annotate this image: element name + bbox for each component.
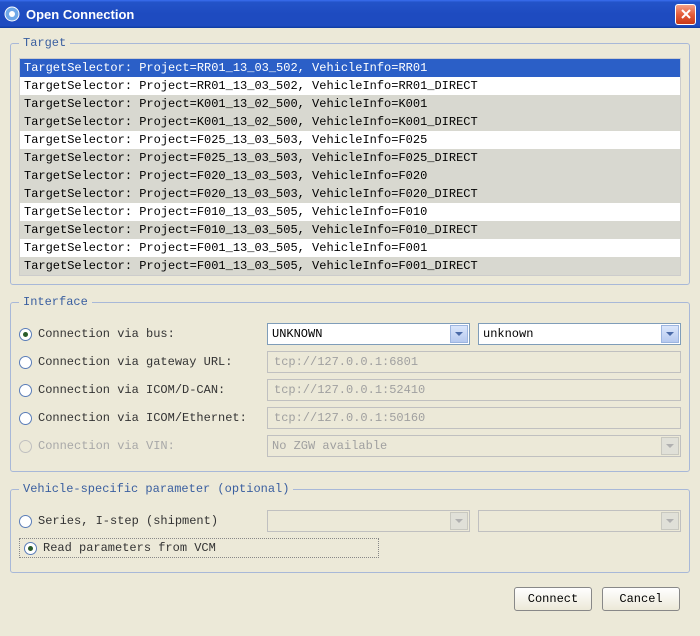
radio-icon <box>19 384 32 397</box>
vehicle-legend: Vehicle-specific parameter (optional) <box>19 482 293 496</box>
target-row[interactable]: TargetSelector: Project=F025_13_03_503, … <box>20 131 680 149</box>
gateway-label: Connection via gateway URL: <box>38 355 232 369</box>
dcan-label: Connection via ICOM/D-CAN: <box>38 383 225 397</box>
target-row[interactable]: TargetSelector: Project=F020_13_03_503, … <box>20 185 680 203</box>
series-combo-1 <box>267 510 470 532</box>
titlebar: Open Connection <box>0 0 700 28</box>
target-row[interactable]: TargetSelector: Project=F001_13_03_505, … <box>20 239 680 257</box>
target-row[interactable]: TargetSelector: Project=RR01_13_03_502, … <box>20 77 680 95</box>
interface-group: Interface Connection via bus: UNKNOWN un… <box>10 295 690 472</box>
series-row: Series, I-step (shipment) <box>19 510 681 532</box>
target-legend: Target <box>19 36 70 50</box>
target-row[interactable]: TargetSelector: Project=F001_13_03_505, … <box>20 257 680 275</box>
radio-icon <box>19 328 32 341</box>
close-button[interactable] <box>675 4 696 25</box>
button-row: Connect Cancel <box>10 583 690 615</box>
series-label: Series, I-step (shipment) <box>38 514 218 528</box>
dcan-option[interactable]: Connection via ICOM/D-CAN: <box>19 383 259 397</box>
radio-icon <box>19 515 32 528</box>
chevron-down-icon <box>661 512 679 530</box>
radio-icon <box>19 356 32 369</box>
target-row[interactable]: TargetSelector: Project=K001_13_02_500, … <box>20 113 680 131</box>
vin-row: Connection via VIN: No ZGW available <box>19 435 681 457</box>
target-list[interactable]: TargetSelector: Project=RR01_13_03_502, … <box>19 58 681 276</box>
app-icon <box>4 6 20 22</box>
interface-legend: Interface <box>19 295 92 309</box>
vin-label: Connection via VIN: <box>38 439 175 453</box>
eth-value: tcp://127.0.0.1:50160 <box>267 407 681 429</box>
eth-label: Connection via ICOM/Ethernet: <box>38 411 247 425</box>
content: Target TargetSelector: Project=RR01_13_0… <box>0 28 700 623</box>
eth-option[interactable]: Connection via ICOM/Ethernet: <box>19 411 259 425</box>
radio-icon <box>24 542 37 555</box>
series-combo-2 <box>478 510 681 532</box>
target-row[interactable]: TargetSelector: Project=F010_13_03_505, … <box>20 203 680 221</box>
vin-value: No ZGW available <box>272 439 387 453</box>
vcm-row: Read parameters from VCM <box>19 538 681 558</box>
dcan-value: tcp://127.0.0.1:52410 <box>267 379 681 401</box>
connect-button[interactable]: Connect <box>514 587 592 611</box>
chevron-down-icon <box>450 325 468 343</box>
gateway-value: tcp://127.0.0.1:6801 <box>267 351 681 373</box>
vin-option: Connection via VIN: <box>19 439 259 453</box>
target-row[interactable]: TargetSelector: Project=F025_13_03_503, … <box>20 149 680 167</box>
cancel-button[interactable]: Cancel <box>602 587 680 611</box>
chevron-down-icon <box>661 437 679 455</box>
bus-combo-1[interactable]: UNKNOWN <box>267 323 470 345</box>
series-option[interactable]: Series, I-step (shipment) <box>19 514 259 528</box>
vcm-option[interactable]: Read parameters from VCM <box>19 538 379 558</box>
bus-label: Connection via bus: <box>38 327 175 341</box>
target-row[interactable]: TargetSelector: Project=F010_13_03_505, … <box>20 221 680 239</box>
bus-combo-2[interactable]: unknown <box>478 323 681 345</box>
vehicle-group: Vehicle-specific parameter (optional) Se… <box>10 482 690 573</box>
target-row[interactable]: TargetSelector: Project=K001_13_02_500, … <box>20 95 680 113</box>
vin-combo: No ZGW available <box>267 435 681 457</box>
chevron-down-icon <box>450 512 468 530</box>
bus-combo-1-value: UNKNOWN <box>272 327 322 341</box>
bus-option[interactable]: Connection via bus: <box>19 327 259 341</box>
eth-row: Connection via ICOM/Ethernet: tcp://127.… <box>19 407 681 429</box>
vcm-label: Read parameters from VCM <box>43 541 216 555</box>
target-group: Target TargetSelector: Project=RR01_13_0… <box>10 36 690 285</box>
gateway-row: Connection via gateway URL: tcp://127.0.… <box>19 351 681 373</box>
bus-combo-2-value: unknown <box>483 327 533 341</box>
window-title: Open Connection <box>26 7 675 22</box>
radio-icon <box>19 412 32 425</box>
dcan-row: Connection via ICOM/D-CAN: tcp://127.0.0… <box>19 379 681 401</box>
chevron-down-icon <box>661 325 679 343</box>
gateway-option[interactable]: Connection via gateway URL: <box>19 355 259 369</box>
target-row[interactable]: TargetSelector: Project=RR01_13_03_502, … <box>20 59 680 77</box>
target-row[interactable]: TargetSelector: Project=F020_13_03_503, … <box>20 167 680 185</box>
bus-row: Connection via bus: UNKNOWN unknown <box>19 323 681 345</box>
radio-icon <box>19 440 32 453</box>
